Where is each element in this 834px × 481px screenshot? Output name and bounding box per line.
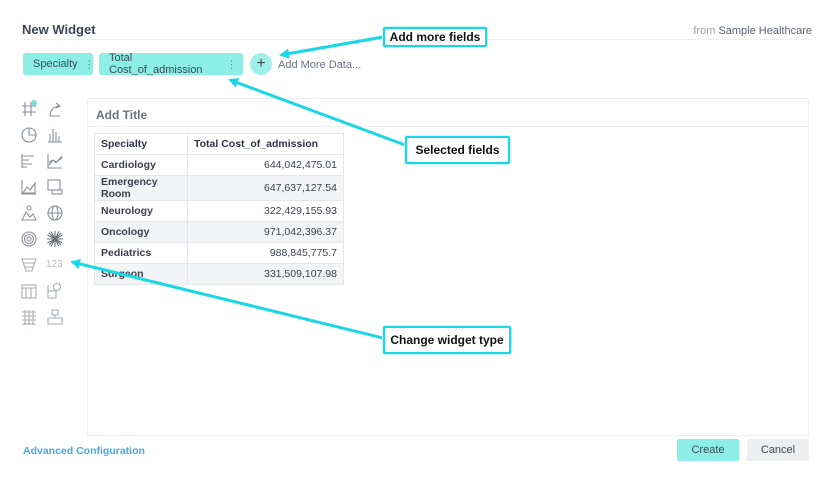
table-cell: Oncology	[94, 221, 188, 243]
table-cell: 331,509,107.98	[187, 263, 344, 285]
table-cell: 988,845,775.7	[187, 242, 344, 264]
sunburst-icon[interactable]	[46, 230, 64, 248]
bar-icon[interactable]	[20, 152, 38, 170]
add-more-data-link[interactable]: Add More Data...	[278, 59, 361, 71]
pie-icon[interactable]	[20, 126, 38, 144]
table-cell: 644,042,475.01	[187, 154, 344, 176]
calendar-heatmap-icon[interactable]	[20, 282, 38, 300]
scatter-map-icon[interactable]	[20, 204, 38, 222]
column-icon[interactable]	[46, 126, 64, 144]
indicator-icon[interactable]	[46, 178, 64, 196]
column-header[interactable]: Total Cost_of_admission	[187, 133, 344, 155]
callout-change-widget-type: Change widget type	[383, 326, 511, 354]
callout-add-more-fields: Add more fields	[383, 27, 487, 47]
table-cell: Surgeon	[94, 263, 188, 285]
data-source-label: from Sample Healthcare	[693, 25, 812, 37]
chip-menu-icon[interactable]: ⋮	[84, 58, 95, 71]
funnel-icon[interactable]	[20, 256, 38, 274]
line-icon[interactable]	[46, 152, 64, 170]
table-row: Neurology 322,429,155.93	[94, 200, 344, 222]
scatter-icon[interactable]	[46, 308, 64, 326]
panel-divider	[88, 126, 808, 127]
table-cell: 971,042,396.37	[187, 221, 344, 243]
table-icon[interactable]	[20, 100, 38, 118]
table-cell: 647,637,127.54	[187, 175, 344, 201]
field-chip-total-cost[interactable]: Total Cost_of_admission ⋮	[99, 52, 243, 76]
widget-title: New Widget	[22, 22, 96, 37]
treemap-icon[interactable]	[46, 282, 64, 300]
table-row: Oncology 971,042,396.37	[94, 221, 344, 243]
table-header-row: Specialty Total Cost_of_admission	[94, 133, 344, 155]
table-row: Surgeon 331,509,107.98	[94, 263, 344, 285]
table-cell: Pediatrics	[94, 242, 188, 264]
cancel-button[interactable]: Cancel	[747, 439, 809, 461]
data-table: Specialty Total Cost_of_admission Cardio…	[94, 133, 344, 285]
table-cell: Neurology	[94, 200, 188, 222]
pivot-icon[interactable]	[46, 100, 64, 118]
table-row: Pediatrics 988,845,775.7	[94, 242, 344, 264]
advanced-configuration-link[interactable]: Advanced Configuration	[23, 445, 145, 457]
chip-menu-icon[interactable]: ⋮	[226, 58, 237, 71]
area-icon[interactable]	[20, 178, 38, 196]
polar-icon[interactable]	[20, 230, 38, 248]
area-map-icon[interactable]	[46, 204, 64, 222]
number-icon[interactable]: 123	[46, 256, 64, 274]
table-row: Cardiology 644,042,475.01	[94, 154, 344, 176]
table-cell: Emergency Room	[94, 175, 188, 201]
callout-selected-fields: Selected fields	[405, 136, 510, 164]
widget-title-input[interactable]: Add Title	[96, 108, 147, 122]
data-source-name: Sample Healthcare	[718, 25, 812, 37]
table-cell: 322,429,155.93	[187, 200, 344, 222]
column-header[interactable]: Specialty	[94, 133, 188, 155]
table-cell: Cardiology	[94, 154, 188, 176]
add-data-button[interactable]: +	[250, 53, 272, 75]
table-row: Emergency Room 647,637,127.54	[94, 175, 344, 201]
create-button[interactable]: Create	[677, 439, 739, 461]
field-chip-specialty[interactable]: Specialty ⋮	[23, 53, 95, 75]
table-with-bars-icon[interactable]	[20, 308, 38, 326]
